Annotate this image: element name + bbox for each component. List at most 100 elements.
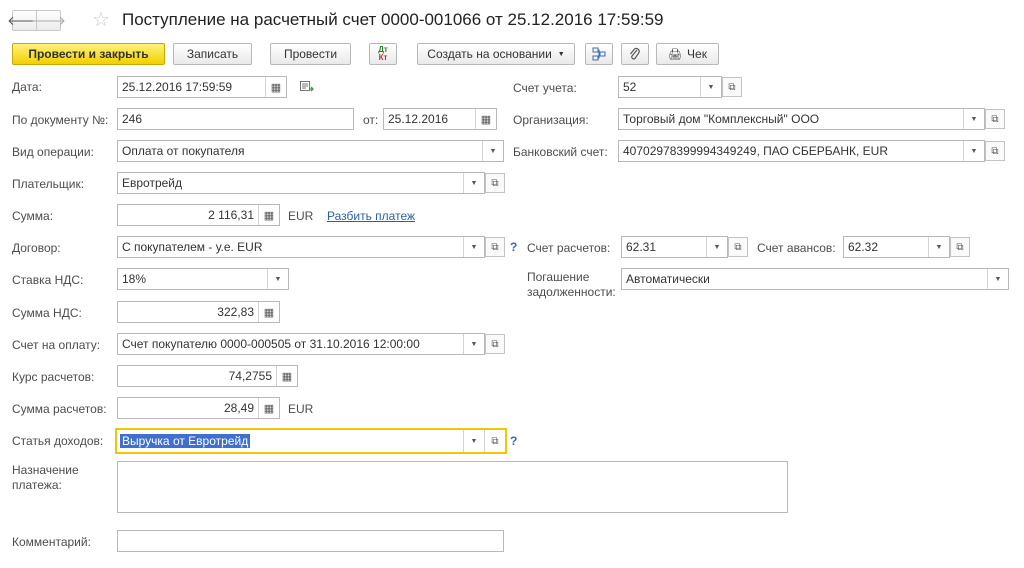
docnum-field[interactable]: 246	[117, 108, 354, 130]
purpose-textarea[interactable]	[117, 461, 788, 513]
vatsum-value: 322,83	[217, 305, 254, 319]
optype-field[interactable]: Оплата от покупателя ▼	[117, 140, 504, 162]
sum-currency: EUR	[288, 209, 314, 223]
sum-label: Сумма:	[12, 209, 54, 223]
repayment-label-line1: Погашение	[527, 270, 590, 284]
repayment-field[interactable]: Автоматически ▼	[621, 268, 1009, 290]
account-field[interactable]: 52 ▼	[618, 76, 722, 98]
repayment-label-line2: задолженности:	[527, 285, 616, 299]
settle-account-value: 62.31	[626, 240, 657, 254]
navigation-buttons: 🡐 🡒	[7, 10, 66, 31]
structure-icon[interactable]	[585, 43, 613, 65]
dropdown-arrow-icon[interactable]: ▼	[987, 269, 1008, 289]
income-value: Выручка от Евротрейд	[120, 434, 251, 448]
create-based-on-label: Создать на основании	[427, 47, 552, 61]
create-based-on-button[interactable]: Создать на основании ▼	[417, 43, 575, 65]
vatsum-field[interactable]: 322,83 ▦	[117, 301, 280, 323]
vatrate-field[interactable]: 18% ▼	[117, 268, 289, 290]
invoice-label: Счет на оплату:	[12, 338, 101, 352]
open-icon[interactable]: ⧉	[985, 109, 1005, 129]
save-button[interactable]: Записать	[173, 43, 252, 65]
sum-field[interactable]: 2 116,31 ▦	[117, 204, 280, 226]
payer-value: Евротрейд	[122, 176, 183, 190]
kt-label: Кт	[378, 53, 388, 62]
open-icon[interactable]: ⧉	[950, 237, 970, 257]
dropdown-arrow-icon[interactable]: ▼	[482, 141, 503, 161]
contract-label: Договор:	[12, 241, 61, 255]
arrow-right-icon[interactable]: 🡒	[31, 11, 66, 30]
account-label: Счет учета:	[513, 81, 577, 95]
docdate-value: 25.12.2016	[388, 112, 449, 126]
dt-kt-button[interactable]: Дт Кт	[369, 43, 397, 65]
dropdown-arrow-icon[interactable]: ▼	[463, 173, 484, 193]
dropdown-arrow-icon[interactable]: ▼	[267, 269, 288, 289]
open-icon[interactable]: ⧉	[722, 77, 742, 97]
sum-value: 2 116,31	[208, 208, 254, 222]
settle-currency: EUR	[288, 402, 314, 416]
dropdown-arrow-icon[interactable]: ▼	[928, 237, 949, 257]
dropdown-arrow-icon[interactable]: ▼	[706, 237, 727, 257]
payer-label: Плательщик:	[12, 177, 85, 191]
open-icon[interactable]: ⧉	[485, 237, 505, 257]
income-field[interactable]: Выручка от Евротрейд ▼ ⧉	[115, 428, 507, 454]
help-icon[interactable]: ?	[510, 240, 517, 254]
calculator-icon[interactable]: ▦	[276, 366, 297, 386]
open-icon[interactable]: ⧉	[485, 334, 505, 354]
receipt-button[interactable]: 🖨 Чек	[656, 43, 719, 65]
docnum-label: По документу №:	[12, 113, 109, 127]
calculator-icon[interactable]: ▦	[258, 398, 279, 418]
comment-label: Комментарий:	[12, 535, 91, 549]
date-field[interactable]: 25.12.2016 17:59:59 ▦	[117, 76, 287, 98]
page-title: Поступление на расчетный счет 0000-00106…	[122, 10, 664, 29]
docdate-label: от:	[363, 113, 379, 127]
printer-icon: 🖨	[668, 48, 683, 61]
contract-field[interactable]: С покупателем - у.е. EUR ▼	[117, 236, 485, 258]
payer-field[interactable]: Евротрейд ▼	[117, 172, 485, 194]
dropdown-arrow-icon[interactable]: ▼	[463, 237, 484, 257]
dropdown-arrow-icon[interactable]: ▼	[963, 109, 984, 129]
help-icon[interactable]: ?	[510, 434, 517, 448]
calculator-icon[interactable]: ▦	[258, 302, 279, 322]
dropdown-arrow-icon[interactable]: ▼	[463, 430, 484, 452]
settle-account-label: Счет расчетов:	[527, 241, 611, 255]
open-icon[interactable]: ⧉	[485, 173, 505, 193]
calendar-icon[interactable]: ▦	[475, 109, 496, 129]
open-icon[interactable]: ⧉	[728, 237, 748, 257]
rate-label: Курс расчетов:	[12, 370, 95, 384]
settle-sum-field[interactable]: 28,49 ▦	[117, 397, 280, 419]
paperclip-icon[interactable]	[621, 43, 649, 65]
account-value: 52	[623, 80, 637, 94]
dropdown-arrow-icon[interactable]: ▼	[963, 141, 984, 161]
invoice-value: Счет покупателю 0000-000505 от 31.10.201…	[122, 337, 420, 351]
split-payment-link[interactable]: Разбить платеж	[327, 209, 415, 223]
open-icon[interactable]: ⧉	[484, 430, 505, 452]
docdate-field[interactable]: 25.12.2016 ▦	[383, 108, 497, 130]
optype-value: Оплата от покупателя	[122, 144, 245, 158]
date-value: 25.12.2016 17:59:59	[122, 80, 233, 94]
invoice-field[interactable]: Счет покупателю 0000-000505 от 31.10.201…	[117, 333, 485, 355]
rate-field[interactable]: 74,2755 ▦	[117, 365, 298, 387]
open-icon[interactable]: ⧉	[985, 141, 1005, 161]
vatrate-value: 18%	[122, 272, 147, 286]
calculator-icon[interactable]: ▦	[258, 205, 279, 225]
advance-account-label: Счет авансов:	[757, 241, 836, 255]
bank-account-field[interactable]: 40702978399994349249, ПАО СБЕРБАНК, EUR …	[618, 140, 985, 162]
dropdown-arrow-icon[interactable]: ▼	[700, 77, 721, 97]
settle-sum-label: Сумма расчетов:	[12, 402, 107, 416]
advance-account-field[interactable]: 62.32 ▼	[843, 236, 950, 258]
document-arrow-icon[interactable]	[300, 81, 314, 93]
purpose-label-line1: Назначение	[12, 463, 79, 477]
comment-field[interactable]	[117, 530, 504, 552]
post-button[interactable]: Провести	[270, 43, 351, 65]
vatsum-label: Сумма НДС:	[12, 306, 82, 320]
org-value: Торговый дом "Комплексный" ООО	[623, 112, 820, 126]
contract-value: С покупателем - у.е. EUR	[122, 240, 263, 254]
calendar-icon[interactable]: ▦	[265, 77, 286, 97]
optype-label: Вид операции:	[12, 145, 94, 159]
org-field[interactable]: Торговый дом "Комплексный" ООО ▼	[618, 108, 985, 130]
post-and-close-button[interactable]: Провести и закрыть	[12, 43, 165, 65]
settle-account-field[interactable]: 62.31 ▼	[621, 236, 728, 258]
dropdown-arrow-icon[interactable]: ▼	[463, 334, 484, 354]
star-icon[interactable]: ☆	[92, 7, 110, 32]
income-label: Статья доходов:	[12, 434, 104, 448]
